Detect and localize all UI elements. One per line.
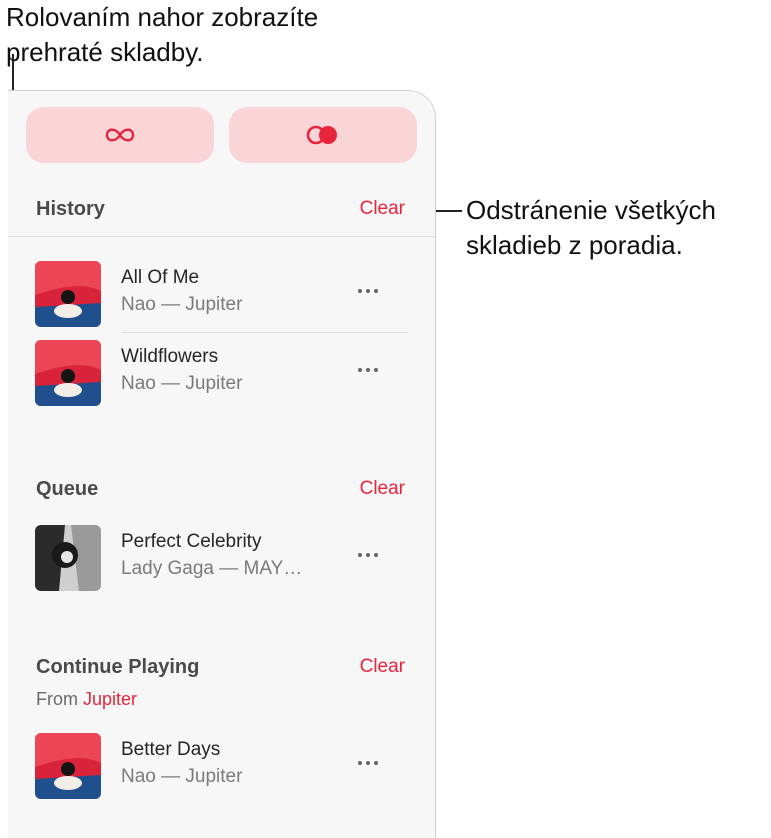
track-artist-album: Nao — Jupiter — [121, 766, 243, 787]
more-options-icon[interactable] — [353, 753, 383, 773]
continue-playing-title: Continue Playing — [36, 656, 200, 678]
continue-playing-clear-button[interactable]: Clear — [360, 656, 405, 678]
queue-clear-button[interactable]: Clear — [360, 478, 405, 500]
history-divider — [8, 236, 435, 237]
track-title: Better Days — [121, 739, 221, 760]
continue-playing-track-1[interactable]: Better Days Nao — Jupiter — [35, 733, 415, 799]
history-header: History Clear — [36, 198, 405, 228]
queue-track-1[interactable]: Perfect Celebrity Lady Gaga — MAY… — [35, 525, 415, 591]
mayhem-album-art — [35, 525, 101, 591]
from-label: From — [36, 689, 78, 709]
autoplay-icon — [306, 125, 337, 145]
from-source-link[interactable]: Jupiter — [83, 689, 137, 709]
history-clear-button[interactable]: Clear — [360, 198, 405, 220]
track-artist-album: Nao — Jupiter — [121, 373, 243, 394]
callout-scroll-up: Rolovaním nahor zobrazíte prehraté sklad… — [6, 0, 318, 70]
track-artist-album: Lady Gaga — MAY… — [121, 558, 303, 579]
more-options-icon[interactable] — [353, 545, 383, 565]
callout-clear-all-line-1: Odstránenie všetkých — [466, 195, 717, 225]
queue-header: Queue Clear — [36, 478, 405, 508]
history-title: History — [36, 198, 105, 220]
callout-clear-all-line-2: skladieb z poradia. — [466, 230, 683, 260]
history-track-1[interactable]: All Of Me Nao — Jupiter — [35, 261, 415, 327]
continue-playing-source: From Jupiter — [36, 689, 137, 710]
more-options-icon[interactable] — [353, 281, 383, 301]
jupiter-album-art — [35, 733, 101, 799]
track-divider — [121, 332, 408, 333]
autoplay-button[interactable] — [229, 107, 417, 163]
callout-scroll-up-line-1: Rolovaním nahor zobrazíte — [6, 2, 319, 32]
more-options-icon[interactable] — [353, 360, 383, 380]
jupiter-album-art — [35, 261, 101, 327]
track-artist-album: Nao — Jupiter — [121, 294, 243, 315]
infinity-button[interactable] — [26, 107, 214, 163]
track-title: Perfect Celebrity — [121, 531, 262, 552]
playing-next-panel[interactable]: History Clear All Of Me Nao — Jupiter Wi… — [8, 90, 436, 838]
infinity-icon — [105, 128, 135, 142]
callout-clear-all: Odstránenie všetkých skladieb z poradia. — [466, 193, 716, 263]
queue-title: Queue — [36, 478, 99, 500]
screenshot-canvas: Rolovaním nahor zobrazíte prehraté sklad… — [0, 0, 771, 838]
track-title: Wildflowers — [121, 346, 219, 367]
continue-playing-header: Continue Playing Clear — [36, 656, 405, 686]
jupiter-album-art — [35, 340, 101, 406]
track-title: All Of Me — [121, 267, 200, 288]
callout-scroll-up-line-2: prehraté skladby. — [6, 37, 204, 67]
history-track-2[interactable]: Wildflowers Nao — Jupiter — [35, 340, 415, 406]
